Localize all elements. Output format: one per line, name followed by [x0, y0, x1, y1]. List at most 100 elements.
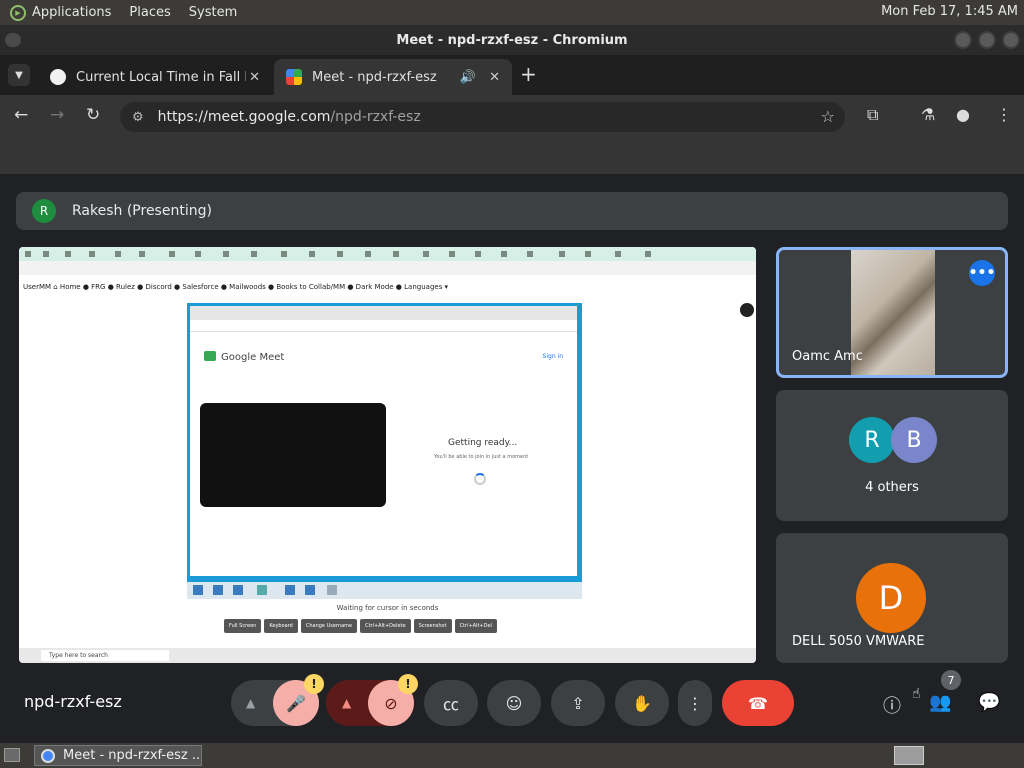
applications-menu[interactable]: Applications — [32, 5, 111, 20]
emoji-icon: ☺ — [505, 693, 523, 713]
browser-menu-kebab-icon[interactable]: ⋮ — [996, 105, 1012, 124]
participant-tile-oamc[interactable]: ••• Oamc Amc — [776, 247, 1008, 378]
presenting-banner: R Rakesh (Presenting) — [16, 192, 1008, 230]
inner-address — [190, 320, 577, 332]
close-tab-icon[interactable]: ✕ — [249, 70, 260, 85]
close-window-button[interactable] — [1002, 31, 1020, 49]
places-menu[interactable]: Places — [129, 5, 170, 20]
window-title: Meet - npd-rzxf-esz - Chromium — [396, 32, 628, 48]
inner-camera-preview — [200, 403, 386, 507]
tab-search-dropdown-icon[interactable]: ▼ — [8, 64, 30, 86]
participant-name: Oamc Amc — [792, 349, 863, 364]
workspace-switcher[interactable] — [894, 746, 924, 765]
shared-windows-taskbar: Type here to search — [19, 648, 756, 663]
inner-taskbar — [187, 582, 582, 599]
shared-search-box: Type here to search — [41, 650, 169, 661]
kebab-menu-icon: ⋮ — [687, 693, 703, 713]
back-arrow-icon[interactable]: ← — [14, 105, 28, 125]
show-desktop-icon[interactable] — [4, 748, 20, 762]
new-tab-button[interactable]: + — [520, 62, 537, 86]
address-bar[interactable]: ⚙ https://meet.google.com/npd-rzxf-esz ☆ — [120, 102, 845, 132]
more-options-icon[interactable]: ••• — [969, 260, 995, 286]
participant-name: DELL 5050 VMWARE — [792, 634, 925, 649]
inner-signin: Sign in — [542, 353, 563, 360]
google-meet-favicon-icon — [286, 69, 302, 85]
remote-button: Keyboard — [264, 619, 298, 633]
chat-icon[interactable]: 💬 — [978, 692, 1000, 713]
waiting-text: Waiting for cursor in seconds — [336, 604, 439, 612]
close-tab-icon[interactable]: ✕ — [489, 70, 500, 85]
leave-call-button[interactable]: ☎ — [722, 680, 794, 726]
shared-address-bar — [19, 261, 756, 275]
forward-arrow-icon[interactable]: → — [50, 105, 64, 125]
profile-avatar-icon[interactable]: ● — [956, 105, 970, 124]
remote-button: Change Username — [300, 619, 358, 633]
mouse-hand-cursor-icon: ☝ — [912, 686, 921, 702]
others-count: 4 others — [865, 480, 919, 495]
meet-logo-icon — [204, 351, 216, 361]
panel-clock[interactable]: Mon Feb 17, 1:45 AM — [881, 4, 1018, 19]
shared-screen[interactable]: UserMM ⌂ Home ● FRG ● Rulez ● Discord ● … — [19, 247, 756, 663]
participant-tile-others[interactable]: R B 4 others — [776, 390, 1008, 521]
speaker-icon[interactable]: 🔊 — [460, 70, 476, 85]
tab-label: Meet - npd-rzxf-esz — [312, 69, 437, 85]
meeting-details-info-icon[interactable]: ⓘ — [883, 692, 901, 718]
window-titlebar[interactable]: Meet - npd-rzxf-esz - Chromium — [0, 25, 1024, 55]
tab-local-time[interactable]: Current Local Time in Fall Ri ✕ — [38, 59, 272, 95]
captions-icon: ㏄ — [442, 695, 459, 714]
taskbar-window-button[interactable]: Meet - npd-rzxf-esz ... — [34, 745, 202, 766]
participant-video — [851, 250, 935, 375]
remote-button: Ctrl+Alt+Delete — [360, 619, 411, 633]
avatar-r: R — [849, 417, 895, 463]
meet-stage: R Rakesh (Presenting) UserMM ⌂ Home ● FR… — [0, 174, 1024, 743]
taskbar-window-label: Meet - npd-rzxf-esz ... — [63, 748, 202, 763]
more-options-button[interactable]: ⋮ — [678, 680, 712, 726]
window-menu-button[interactable] — [5, 33, 21, 47]
inner-tabs — [190, 306, 577, 320]
chromium-icon — [41, 748, 55, 763]
emoji-reactions-button[interactable]: ☺ — [487, 680, 541, 726]
site-settings-icon[interactable]: ⚙ — [132, 110, 144, 125]
tab-label: Current Local Time in Fall Ri — [76, 69, 246, 85]
inner-meet-logo: Google Meet — [204, 351, 284, 363]
remote-control-buttons: Full Screen Keyboard Change Username Ctr… — [224, 619, 497, 633]
avatar-b: B — [891, 417, 937, 463]
present-screen-button[interactable]: ⇪ — [551, 680, 605, 726]
shared-bookmarks: UserMM ⌂ Home ● FRG ● Rulez ● Discord ● … — [23, 283, 449, 291]
system-bottom-panel: Meet - npd-rzxf-esz ... — [0, 743, 1024, 768]
tab-strip: ▼ Current Local Time in Fall Ri ✕ Meet -… — [0, 55, 1024, 95]
tab-meet[interactable]: Meet - npd-rzxf-esz 🔊 ✕ — [274, 59, 512, 95]
bookmark-star-icon[interactable]: ☆ — [821, 107, 835, 126]
toolbar-spacer — [0, 139, 1024, 174]
remote-button: Full Screen — [224, 619, 262, 633]
system-top-panel: ▶ Applications Places System Mon Feb 17,… — [0, 0, 1024, 25]
raise-hand-button[interactable]: ✋ — [615, 680, 669, 726]
presenter-avatar: R — [32, 199, 56, 223]
camera-warning-icon: ! — [398, 674, 418, 694]
shared-browser-tabs — [19, 247, 756, 261]
people-icon[interactable]: 👥 — [929, 692, 951, 713]
system-menu[interactable]: System — [189, 5, 237, 20]
end-call-phone-icon: ☎ — [748, 693, 768, 713]
mic-warning-icon: ! — [304, 674, 324, 694]
reload-icon[interactable]: ↻ — [86, 105, 100, 125]
browser-toolbar: ← → ↻ ⚙ https://meet.google.com/npd-rzxf… — [0, 95, 1024, 139]
people-count-badge: 7 — [941, 670, 961, 690]
minimize-button[interactable] — [954, 31, 972, 49]
maximize-button[interactable] — [978, 31, 996, 49]
url-path: /npd-rzxf-esz — [330, 109, 421, 125]
extensions-puzzle-icon[interactable]: ⧉ — [867, 105, 878, 125]
distro-logo-icon[interactable]: ▶ — [10, 4, 26, 21]
shared-inner-desktop: Google Meet Sign in Getting ready... You… — [187, 303, 582, 599]
present-screen-icon: ⇪ — [571, 693, 585, 713]
video-options-chevron-icon[interactable]: ▲ — [342, 696, 351, 710]
clock-favicon-icon — [50, 69, 66, 85]
audio-options-chevron-icon[interactable]: ▲ — [246, 696, 255, 710]
getting-ready-text: Getting ready... — [448, 438, 518, 448]
shared-side-dot — [740, 303, 754, 317]
participant-tile-dell[interactable]: D DELL 5050 VMWARE — [776, 533, 1008, 663]
url-host: https://meet.google.com — [157, 109, 331, 125]
remote-button: Screenshot — [413, 619, 452, 633]
captions-button[interactable]: ㏄ — [424, 680, 478, 726]
labs-flask-icon[interactable]: ⚗ — [921, 105, 935, 124]
